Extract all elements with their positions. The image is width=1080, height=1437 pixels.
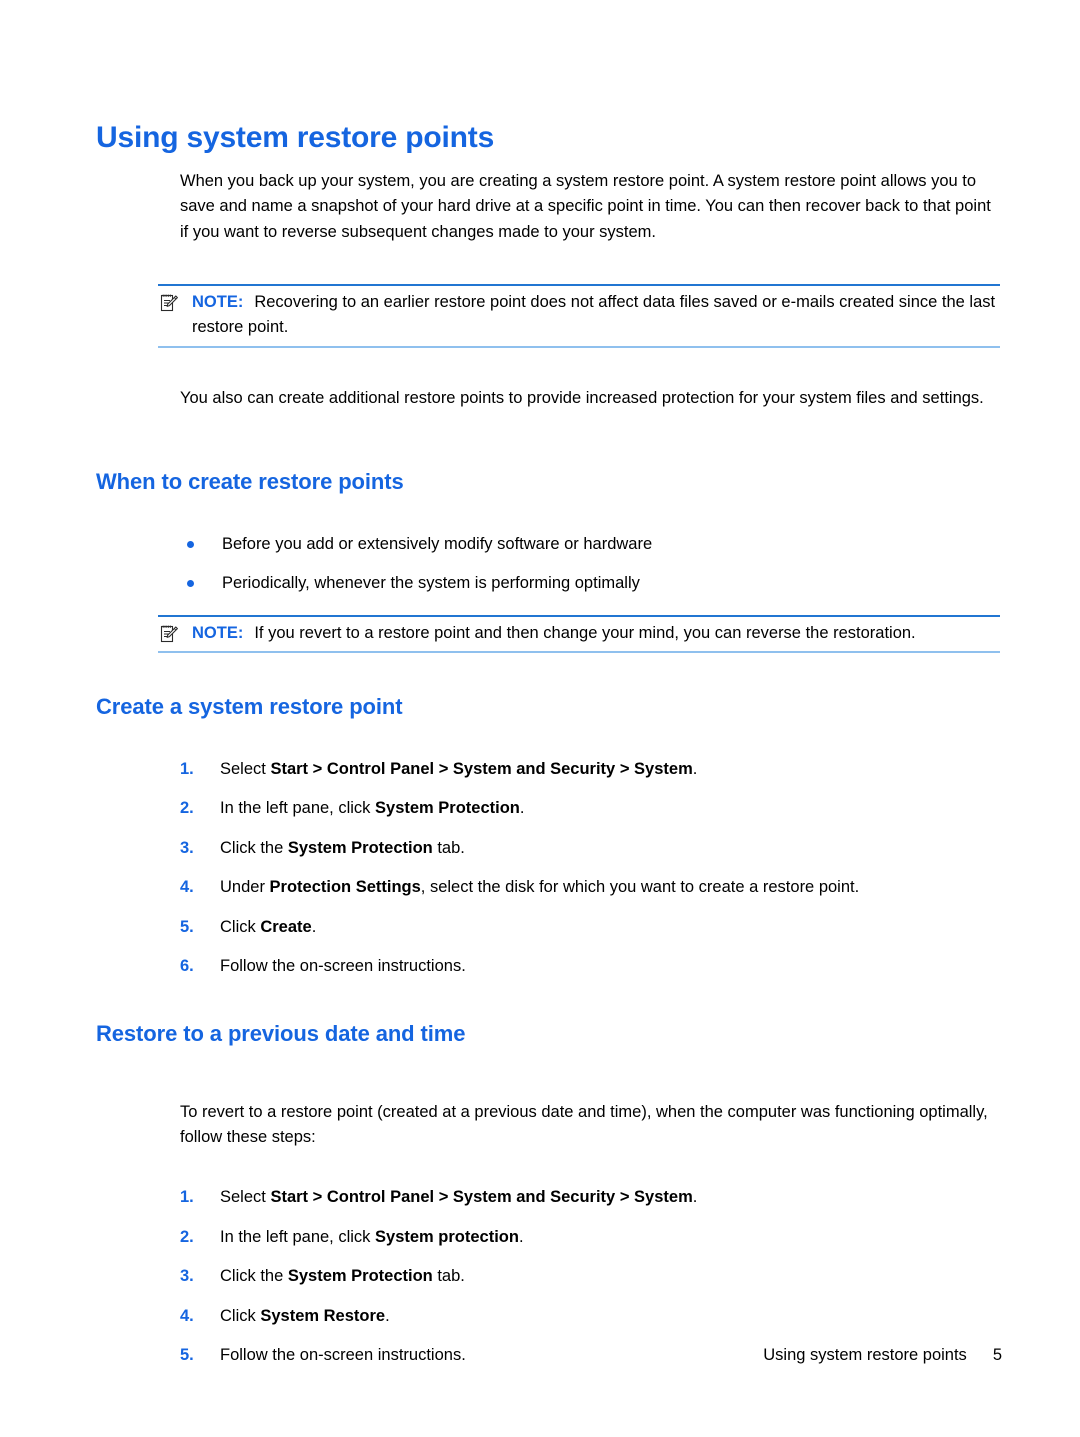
step-bold: Create	[260, 917, 312, 936]
note-pencil-icon	[159, 293, 179, 313]
step-number: 2.	[180, 799, 194, 817]
step-number: 1.	[180, 759, 194, 778]
step-bold: Start > Control Panel > System and Secur…	[270, 759, 693, 778]
note-callout-1-body: NOTE: Recovering to an earlier restore po…	[158, 290, 1000, 341]
note-text: If you revert to a restore point and the…	[254, 623, 916, 642]
list-item: 2. In the left pane, click System protec…	[96, 1225, 1002, 1251]
footer-chapter-label: Using system restore points	[763, 1346, 967, 1364]
step-number: 2.	[180, 1227, 194, 1246]
step-text: In the left pane, click System protectio…	[220, 1227, 524, 1246]
step-text: Click Create.	[220, 917, 317, 936]
step-number: 3.	[180, 838, 194, 857]
note-callout-2: NOTE: If you revert to a restore point an…	[158, 614, 1000, 653]
step-text: Select Start > Control Panel > System an…	[220, 759, 698, 778]
list-item: 1. Select Start > Control Panel > System…	[96, 757, 1002, 783]
footer-page-number: 5	[992, 1346, 1002, 1364]
heading-when-to-create-restore-points: When to create restore points	[96, 469, 404, 495]
create-restore-point-steps: 1. Select Start > Control Panel > System…	[96, 757, 1002, 980]
step-bold: System protection	[375, 1227, 519, 1246]
step-text: Click the System Protection tab.	[220, 1267, 465, 1285]
list-item: 3. Click the System Protection tab.	[96, 836, 1002, 862]
list-item: 6. Follow the on-screen instructions.	[96, 954, 1002, 980]
list-item: Periodically, whenever the system is per…	[96, 571, 1002, 597]
restore-intro-paragraph: To revert to a restore point (created at…	[180, 1102, 988, 1147]
step-number: 4.	[180, 878, 194, 896]
step-number: 1.	[180, 1188, 194, 1206]
intro-paragraph: When you back up your system, you are cr…	[180, 171, 991, 241]
list-item: Before you add or extensively modify sof…	[96, 532, 1002, 558]
list-item: 5. Click Create.	[96, 915, 1002, 941]
step-text: Click System Restore.	[220, 1306, 390, 1325]
step-bold: Start > Control Panel > System and Secur…	[270, 1188, 693, 1206]
note-callout-2-body: NOTE: If you revert to a restore point an…	[158, 621, 1000, 647]
heading-create-a-system-restore-point: Create a system restore point	[96, 694, 403, 720]
step-bold: System Protection	[287, 1267, 433, 1285]
bullet-dot-icon	[187, 540, 194, 548]
note-pencil-icon	[159, 624, 179, 644]
step-text: Click the System Protection tab.	[220, 838, 465, 857]
list-item: 4. Under Protection Settings, select the…	[96, 875, 1002, 901]
page-footer: Using system restore points 5	[96, 1345, 1002, 1365]
step-text: Select Start > Control Panel > System an…	[220, 1188, 698, 1206]
step-text: Follow the on-screen instructions.	[220, 957, 466, 975]
page-content: When you back up your system, you are cr…	[96, 152, 1002, 1369]
bullet-dot-icon	[187, 580, 194, 587]
heading-restore-to-a-previous-date-and-time: Restore to a previous date and time	[96, 1020, 466, 1046]
list-item-label: Periodically, whenever the system is per…	[222, 574, 640, 592]
page-title: Using system restore points	[96, 121, 495, 155]
list-item: 1. Select Start > Control Panel > System…	[96, 1185, 1002, 1211]
list-item: 2. In the left pane, click System Protec…	[96, 796, 1002, 822]
when-to-create-bullet-list: Before you add or extensively modify sof…	[96, 532, 1002, 597]
step-number: 4.	[180, 1306, 194, 1325]
step-text: In the left pane, click System Protectio…	[220, 799, 525, 817]
note-text: Recovering to an earlier restore point d…	[192, 292, 996, 337]
note-label: NOTE:	[192, 623, 244, 642]
additional-restore-points-paragraph: You also can create additional restore p…	[180, 389, 984, 407]
step-bold: Protection Settings	[269, 878, 421, 896]
step-number: 5.	[180, 917, 194, 936]
step-bold: System Protection	[287, 838, 433, 857]
step-number: 6.	[180, 957, 194, 975]
document-page: Using system restore points When you bac…	[0, 0, 1080, 1437]
step-bold: System Protection	[375, 799, 520, 817]
step-text: Under Protection Settings, select the di…	[220, 878, 860, 896]
step-bold: System Restore	[260, 1306, 386, 1325]
list-item: 4. Click System Restore.	[96, 1304, 1002, 1330]
note-label: NOTE:	[192, 292, 244, 311]
note-callout-1: NOTE: Recovering to an earlier restore po…	[158, 283, 1000, 348]
list-item-label: Before you add or extensively modify sof…	[222, 534, 653, 553]
restore-steps: 1. Select Start > Control Panel > System…	[96, 1185, 1002, 1369]
step-number: 3.	[180, 1267, 194, 1285]
list-item: 3. Click the System Protection tab.	[96, 1264, 1002, 1290]
